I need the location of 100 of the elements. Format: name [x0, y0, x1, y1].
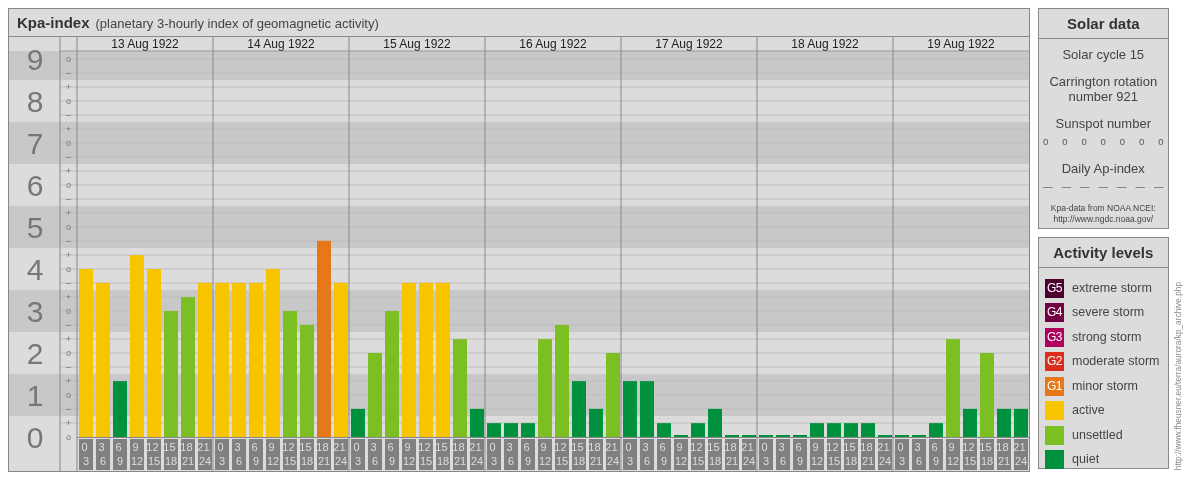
time-slot-label: 15 18	[843, 439, 858, 470]
sunspot-value: 0	[1043, 135, 1049, 149]
time-slot-label: 18 21	[452, 439, 467, 470]
time-slot-label: 9 12	[674, 439, 688, 470]
scale-mark: –	[66, 152, 71, 162]
time-slot-label: 3 6	[504, 439, 518, 470]
ap-index-value: —	[1117, 180, 1127, 195]
time-slot-label: 3 6	[96, 439, 110, 470]
time-slot-label: 18 21	[588, 439, 603, 470]
scale-mark: o	[66, 306, 71, 316]
panel-title: Solar data	[1039, 9, 1168, 39]
level-label: minor storm	[1072, 377, 1138, 395]
level-label: extreme storm	[1072, 279, 1152, 297]
time-slot-label: 21 24	[605, 439, 620, 470]
time-slot-label: 21 24	[877, 439, 892, 470]
bar	[997, 408, 1011, 437]
time-slot-label: 6 9	[929, 439, 943, 470]
bar	[691, 423, 705, 437]
sunspot-value: 0	[1081, 135, 1087, 149]
time-slot-label: 18 21	[180, 439, 195, 470]
bar	[470, 408, 484, 437]
level-badge: G4	[1045, 303, 1064, 323]
time-slot-label: 21 24	[469, 439, 484, 470]
scale-mark: o	[66, 138, 71, 148]
time-slot-label: 0 3	[79, 439, 93, 470]
date-label: 17 Aug 1922	[655, 37, 723, 51]
scale-number: 4	[26, 253, 44, 286]
bar	[504, 423, 518, 437]
scale-mark: +	[65, 376, 72, 386]
bar	[351, 408, 365, 437]
bar	[963, 408, 977, 437]
time-slot-label: 6 9	[657, 439, 671, 470]
chart-title: Kpa-index	[17, 14, 90, 31]
scale-mark: –	[66, 236, 71, 246]
time-slot-label: 3 6	[232, 439, 246, 470]
scale-mark: +	[65, 166, 72, 176]
scale-mark: o	[66, 222, 71, 232]
scale-number: 3	[26, 295, 44, 328]
level-badge: G1	[1045, 376, 1064, 396]
time-slot-label: 12 15	[554, 439, 569, 470]
bar	[657, 423, 671, 437]
sunspot-value: 0	[1119, 135, 1126, 149]
time-slot-label: 6 9	[113, 439, 127, 470]
panel-title: Activity levels	[1039, 238, 1168, 268]
level-label: severe storm	[1072, 304, 1145, 322]
level-label: moderate storm	[1072, 353, 1160, 371]
time-slot-label: 12 15	[962, 439, 977, 470]
scale-mark: +	[65, 292, 72, 302]
time-slot-label: 12 15	[418, 439, 433, 470]
sunspot-value: 0	[1139, 135, 1145, 149]
bar	[929, 423, 943, 437]
time-slot-label: 15 18	[979, 439, 994, 470]
time-slot-label: 18 21	[860, 439, 875, 470]
ap-index-value: —	[1135, 180, 1145, 195]
bar	[708, 408, 722, 437]
time-slot-label: 3 6	[368, 439, 382, 470]
time-slot-label: 12 15	[146, 439, 161, 470]
time-slot-label: 18 21	[316, 439, 331, 470]
level-label: quiet	[1072, 451, 1100, 469]
scale-mark: o	[66, 348, 71, 358]
source-link[interactable]: http://www.ngdc.noaa.gov/	[1053, 212, 1154, 226]
bar	[1014, 408, 1028, 437]
time-slot-label: 6 9	[793, 439, 807, 470]
bar	[113, 381, 127, 437]
bar	[640, 381, 654, 437]
time-slot-label: 0 3	[487, 439, 501, 470]
time-slot-label: 6 9	[521, 439, 535, 470]
time-slot-label: 3 6	[776, 439, 790, 470]
scale-mark: o	[66, 54, 71, 64]
sunspot-value: 0	[1158, 135, 1164, 149]
scale-number: 8	[26, 85, 44, 118]
scale-number: 7	[26, 127, 44, 160]
scale-number: 9	[26, 43, 44, 76]
scale-mark: o	[66, 264, 71, 274]
scale-number: 5	[26, 211, 44, 244]
time-slot-label: 21 24	[1013, 439, 1028, 470]
solar-cycle: Solar cycle 15	[1062, 47, 1145, 62]
scale-number: 2	[26, 337, 44, 370]
time-slot-label: 15 18	[299, 439, 314, 470]
carrington-rotation: Carrington rotation number 921	[1048, 74, 1159, 104]
ap-index-value: —	[1061, 180, 1071, 195]
date-label: 19 Aug 1922	[927, 37, 995, 51]
level-label: strong storm	[1072, 328, 1142, 346]
ap-index-value: —	[1154, 180, 1164, 195]
date-label: 16 Aug 1922	[519, 37, 587, 51]
scale-mark: +	[65, 208, 72, 218]
time-slot-label: 6 9	[249, 439, 263, 470]
date-label: 14 Aug 1922	[247, 37, 315, 51]
scale-number: 6	[26, 169, 44, 202]
time-slot-label: 3 6	[640, 439, 654, 470]
ap-index-value: —	[1098, 180, 1108, 195]
time-slot-label: 3 6	[912, 439, 926, 470]
scale-mark: +	[65, 250, 72, 260]
scale-mark: o	[66, 180, 71, 190]
date-label: 18 Aug 1922	[791, 37, 859, 51]
scale-mark: –	[66, 110, 71, 120]
time-slot-label: 15 18	[707, 439, 722, 470]
bar	[521, 423, 535, 437]
time-slot-label: 21 24	[197, 439, 212, 470]
time-slot-label: 9 12	[402, 439, 416, 470]
